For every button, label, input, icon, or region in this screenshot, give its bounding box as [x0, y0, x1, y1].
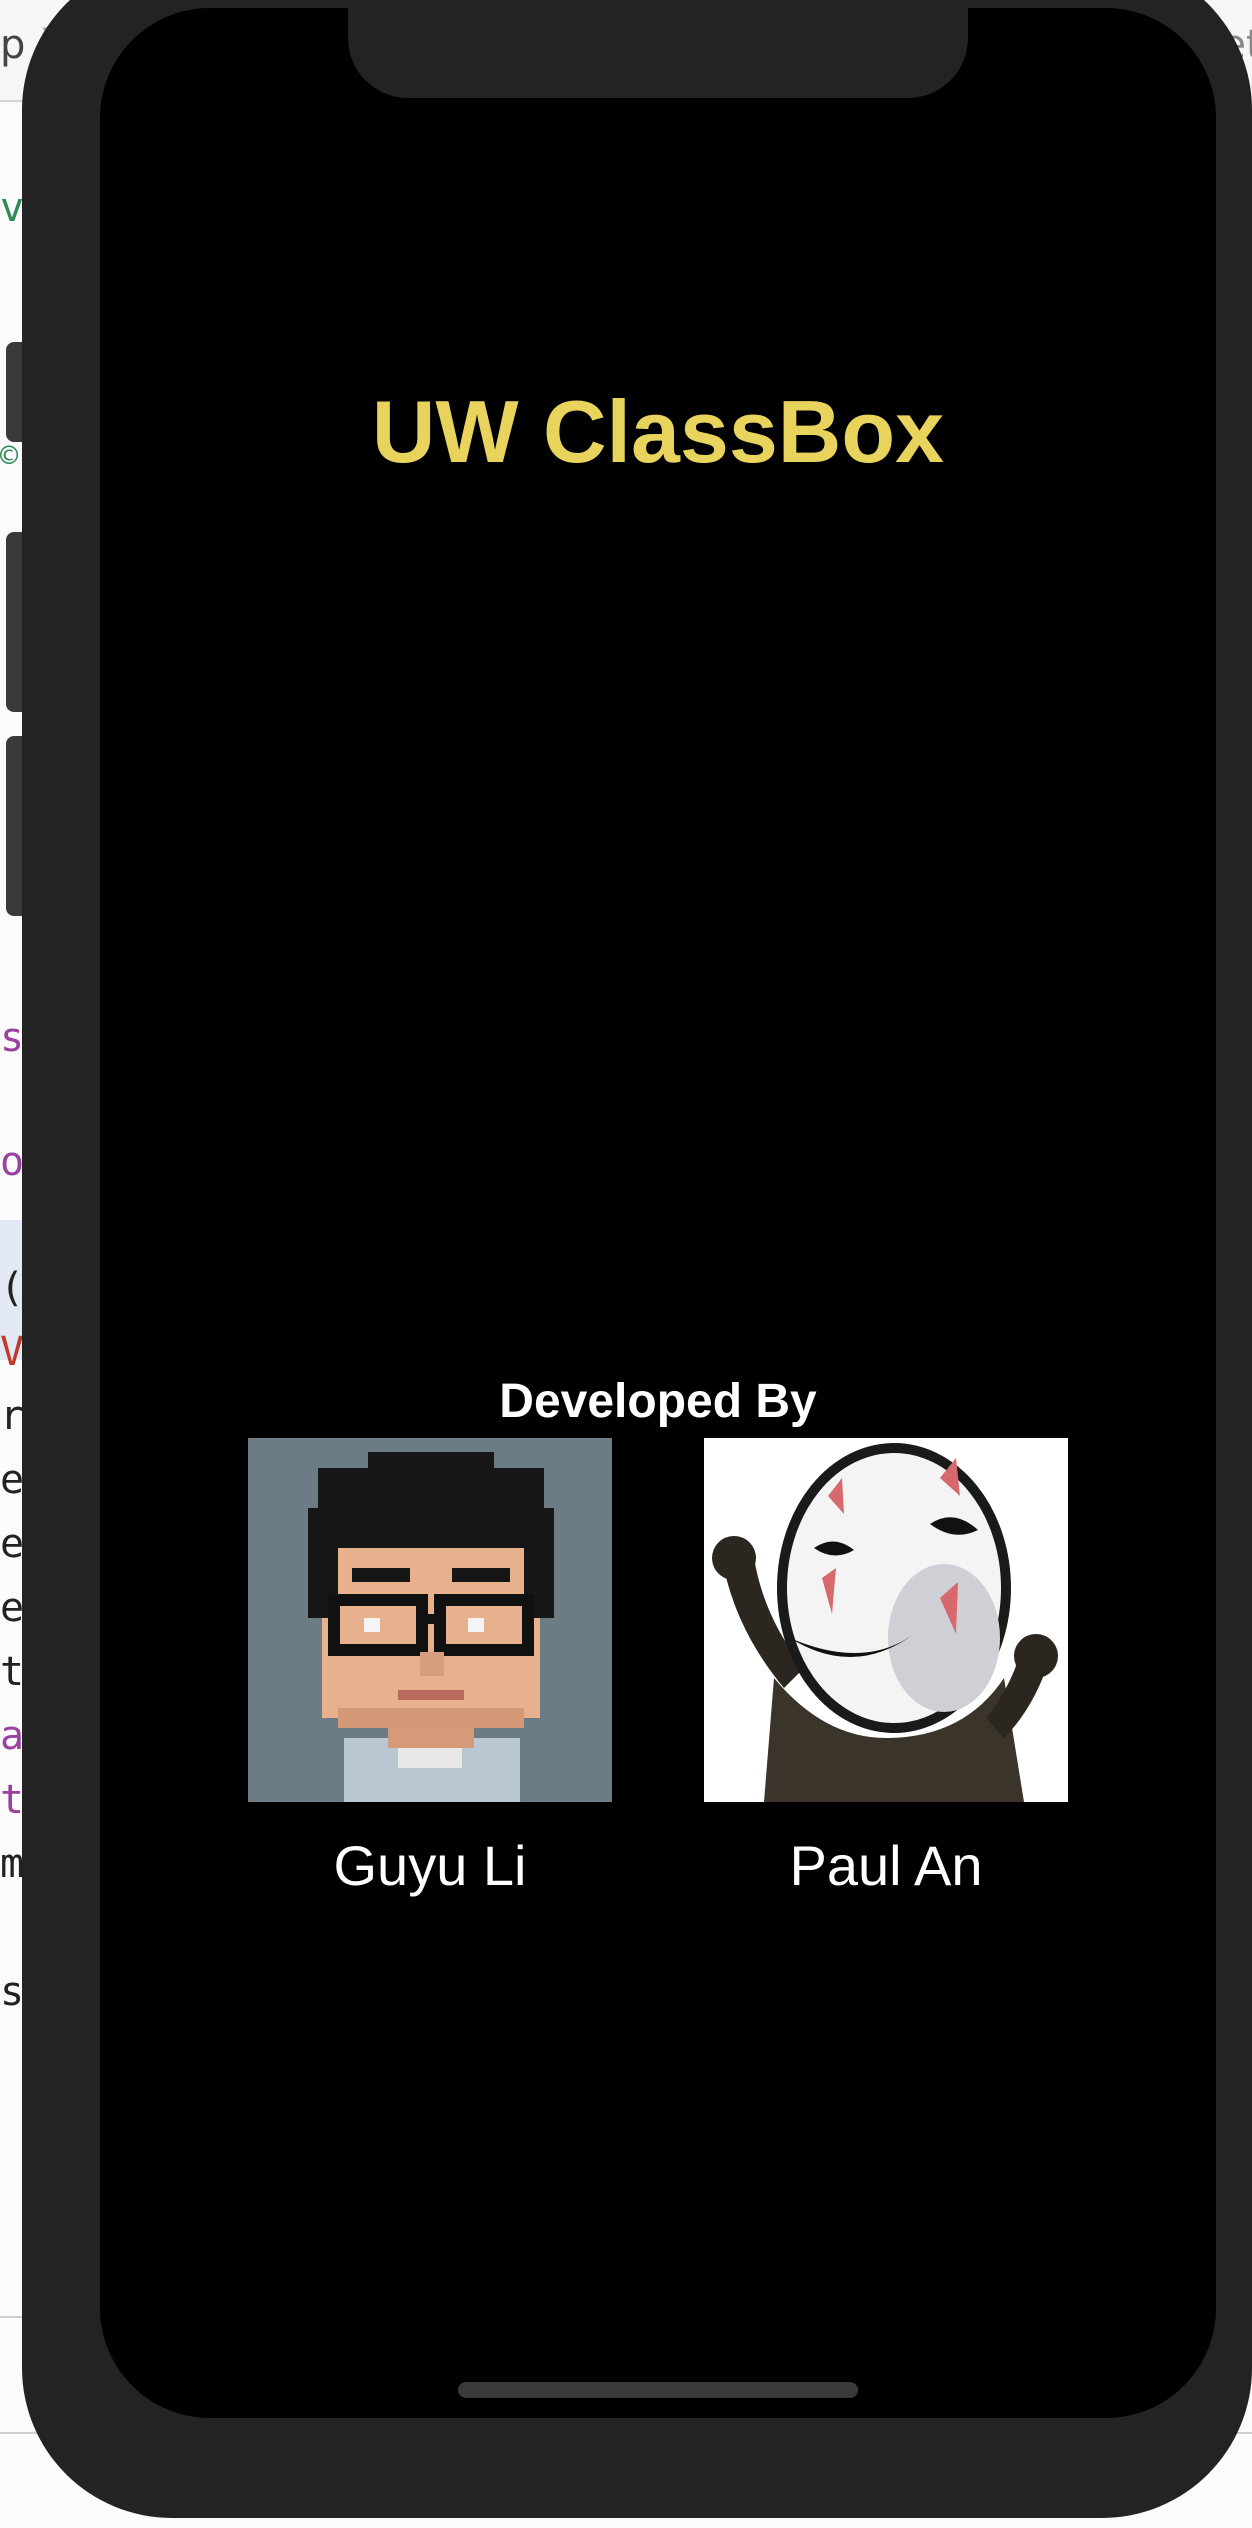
developer-name-guyu-li: Guyu Li	[333, 1834, 527, 1897]
home-indicator[interactable]	[458, 2382, 858, 2398]
app-title: UW ClassBox	[371, 382, 945, 481]
developer-name-paul-an: Paul An	[789, 1834, 983, 1897]
device-notch	[348, 8, 968, 98]
developer-avatar-paul-an	[704, 1438, 1068, 1802]
app-screen: UW ClassBox Developed By Guyu Li Paul An	[100, 8, 1216, 2418]
masked-spirit-cartoon-icon	[704, 1438, 1068, 1802]
pixel-art-portrait-icon	[248, 1438, 612, 1802]
developer-avatar-guyu-li	[248, 1438, 612, 1802]
developed-by-heading: Developed By	[499, 1375, 817, 1428]
simulator-device-frame: UW ClassBox Developed By Guyu Li Paul An	[22, 0, 1252, 2518]
breadcrumb-left[interactable]: p	[0, 22, 25, 68]
